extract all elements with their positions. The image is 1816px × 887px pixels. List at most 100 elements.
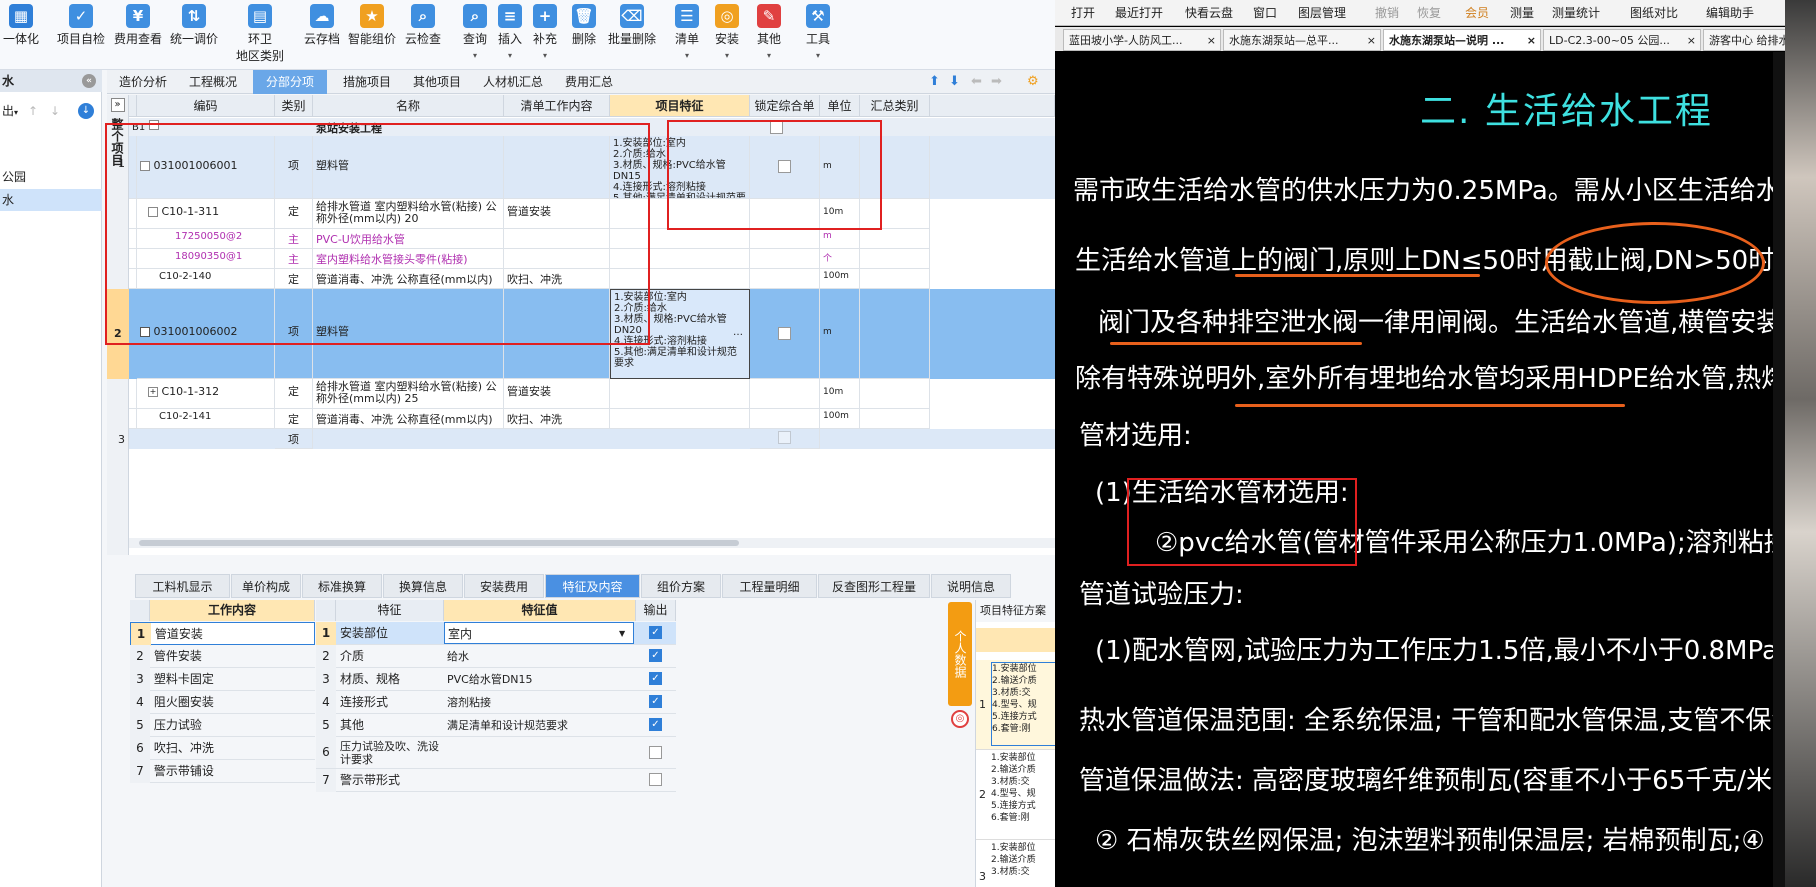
menu-cloud[interactable]: 快看云盘	[1185, 4, 1233, 21]
row-lock-checkbox[interactable]	[750, 429, 820, 449]
table-row[interactable]: 6 压力试验及吹、洗设计要求	[316, 737, 676, 769]
toolbar-smart-price-button[interactable]: ★ 智能组价	[346, 2, 398, 62]
toolbar-cost-view-button[interactable]: ¥ 费用查看	[112, 2, 164, 62]
table-row[interactable]: 1 安装部位 室内 ▼ ✓	[316, 622, 676, 645]
table-row[interactable]: 5 其他 满足清单和设计规范要求 ✓	[316, 714, 676, 737]
output-checkbox[interactable]: ✓	[649, 672, 662, 685]
header-lock-price[interactable]: 锁定综合单价	[750, 95, 820, 135]
chevron-down-icon[interactable]: ▼	[619, 622, 625, 645]
tab-cost-analysis[interactable]: 造价分析	[113, 70, 173, 94]
menu-redo[interactable]: 恢复	[1417, 4, 1441, 21]
move-left-icon[interactable]: ⬅	[971, 74, 982, 89]
expand-toggle-icon[interactable]: +	[140, 385, 158, 398]
output-checkbox[interactable]: ✓	[649, 695, 662, 708]
tree-item-water[interactable]: 水	[0, 189, 102, 211]
personal-data-tab[interactable]: 个人数据	[948, 602, 972, 706]
close-icon[interactable]: ×	[1527, 30, 1536, 50]
table-row[interactable]: 7 警示带形式	[316, 769, 676, 792]
collapse-icon[interactable]: «	[82, 74, 96, 88]
row-content[interactable]: 管道安装	[504, 379, 610, 409]
file-tab[interactable]: LD-C2.3-00~05 公园... ×	[1543, 29, 1701, 51]
close-icon[interactable]: ×	[1367, 30, 1376, 50]
menu-measure-stats[interactable]: 测量统计	[1552, 4, 1600, 21]
list-item[interactable]: 2 管件安装	[130, 645, 315, 668]
file-tab[interactable]: 游客中心 给排水	[1703, 29, 1785, 51]
settings-icon[interactable]: ⚙	[1027, 74, 1039, 89]
scrollbar-thumb[interactable]	[139, 540, 739, 546]
tab-price-scheme[interactable]: 组价方案	[641, 574, 721, 598]
feature-value-select[interactable]: 室内	[444, 622, 634, 644]
row-type[interactable]: 定	[275, 409, 313, 429]
toolbar-insert-button[interactable]: ≡ 插入 ▾	[496, 2, 524, 62]
list-item[interactable]: 7 警示带铺设	[130, 760, 315, 783]
list-item[interactable]: 3 塑料卡固定	[130, 668, 315, 691]
file-tab[interactable]: 蓝田坡小学-人防风工... ×	[1063, 29, 1221, 51]
tab-std-conversion[interactable]: 标准换算	[302, 574, 382, 598]
alert-icon[interactable]: ◎	[951, 710, 969, 728]
row-code[interactable]: + C10-1-312	[137, 379, 275, 409]
toolbar-supplement-button[interactable]: + 补充 ▾	[530, 2, 560, 62]
table-row[interactable]: 3 材质、规格 PVC给水管DN15 ✓	[316, 668, 676, 691]
download-icon[interactable]: ↓	[78, 103, 94, 119]
file-tab[interactable]: 水施东湖泵站—总平... ×	[1223, 29, 1381, 51]
menu-recent[interactable]: 最近打开	[1115, 4, 1163, 21]
toolbar-self-check-button[interactable]: ✓ 项目自检	[55, 2, 107, 62]
expand-icon[interactable]: »	[110, 98, 125, 112]
list-item[interactable]: 5 压力试验	[130, 714, 315, 737]
row-lock-checkbox[interactable]	[750, 289, 820, 379]
menu-compare[interactable]: 图纸对比	[1630, 4, 1678, 21]
row-name[interactable]: 管道消毒、冲洗 公称直径(mm以内) 20	[313, 409, 504, 429]
toolbar-region-button[interactable]: ▤ 环卫 地区类别	[232, 2, 288, 63]
output-checkbox[interactable]: ✓	[649, 649, 662, 662]
table-row[interactable]: 2 介质 给水 ✓	[316, 645, 676, 668]
file-tab-active[interactable]: 水施东湖泵站—说明 ... ×	[1383, 29, 1541, 51]
row-unit[interactable]: 100m	[820, 269, 860, 289]
row-name[interactable]: 给排水管道 室内塑料给水管(粘接) 公称外径(mm以内) 25	[313, 379, 504, 409]
move-down-icon[interactable]: ⬇	[949, 74, 960, 89]
tab-labor-material[interactable]: 人材机汇总	[477, 70, 549, 94]
output-checkbox[interactable]: ✓	[649, 718, 662, 731]
toolbar-other-button[interactable]: ✎ 其他 ▾	[754, 2, 784, 62]
output-checkbox[interactable]	[649, 773, 662, 786]
toolbar-list-button[interactable]: ☰ 清单 ▾	[672, 2, 702, 62]
row-unit[interactable]: m	[820, 229, 860, 249]
close-icon[interactable]: ×	[1687, 30, 1696, 50]
row-code[interactable]: C10-2-141	[137, 409, 275, 429]
tab-description[interactable]: 说明信息	[931, 574, 1011, 598]
menu-window[interactable]: 窗口	[1253, 4, 1277, 21]
tab-sub-items[interactable]: 分部分项	[253, 70, 327, 94]
row-unit[interactable]: 10m	[820, 379, 860, 409]
toolbar-tools-button[interactable]: ⚒ 工具 ▾	[803, 2, 833, 62]
list-item[interactable]: 4 阻火圈安装	[130, 691, 315, 714]
header-type[interactable]: 类别	[275, 95, 313, 117]
table-row[interactable]: 4 连接形式 溶剂粘接 ✓	[316, 691, 676, 714]
row-content[interactable]: 吹扫、冲洗	[504, 409, 610, 429]
tab-other-items[interactable]: 其他项目	[407, 70, 467, 94]
tab-features-content[interactable]: 特征及内容	[545, 574, 640, 598]
table-row[interactable]	[129, 429, 1055, 449]
header-code[interactable]: 编码	[137, 95, 275, 117]
close-icon[interactable]: ×	[1207, 30, 1216, 50]
menu-undo[interactable]: 撤销	[1375, 4, 1399, 21]
toolbar-integration-button[interactable]: ▦ 一体化	[0, 2, 42, 62]
tab-measures[interactable]: 措施项目	[337, 70, 397, 94]
tab-fee-summary[interactable]: 费用汇总	[559, 70, 619, 94]
output-checkbox[interactable]: ✓	[649, 626, 662, 639]
menu-edit-assistant[interactable]: 编辑助手	[1706, 4, 1754, 21]
menu-layers[interactable]: 图层管理	[1298, 4, 1346, 21]
row-unit[interactable]: 100m	[820, 409, 860, 429]
row-type[interactable]: 项	[275, 429, 313, 449]
header-summary-type[interactable]: 汇总类别	[860, 95, 930, 117]
tab-conversion-info[interactable]: 换算信息	[383, 574, 463, 598]
move-up-icon[interactable]: ⬆	[929, 74, 940, 89]
toolbar-query-button[interactable]: ⌕ 查询 ▾	[460, 2, 490, 62]
row-type[interactable]: 定	[275, 379, 313, 409]
tab-labor-machine[interactable]: 工料机显示	[135, 574, 230, 598]
menu-member[interactable]: 会员	[1465, 4, 1489, 21]
scheme-row[interactable]: 1 1.安装部位 2.输送介质 3.材质:交 4.型号、规 5.连接方式 6.套…	[976, 660, 1055, 750]
header-feature[interactable]: 项目特征	[610, 95, 750, 117]
header-unit[interactable]: 单位	[820, 95, 860, 117]
tab-reverse-quantity[interactable]: 反查图形工程量	[818, 574, 930, 598]
tab-unit-price[interactable]: 单价构成	[231, 574, 301, 598]
menu-measure[interactable]: 测量	[1510, 4, 1534, 21]
